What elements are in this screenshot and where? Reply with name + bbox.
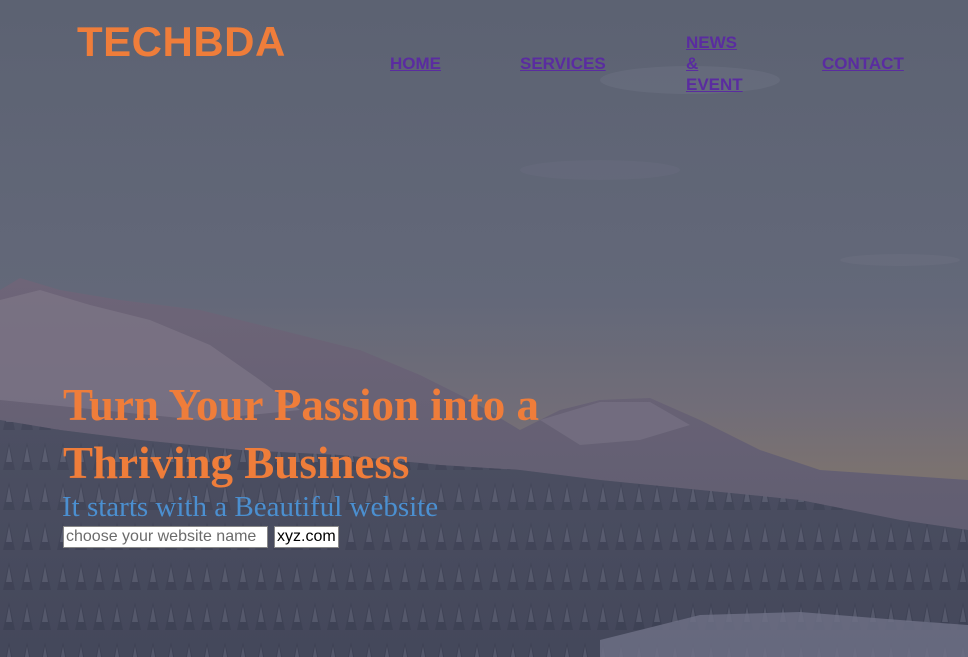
hero-headline: Turn Your Passion into a Thriving Busine… (63, 380, 539, 488)
domain-search-form: xyz.com (63, 526, 339, 548)
website-name-input[interactable] (63, 526, 268, 548)
nav-link-services[interactable]: SERVICES (520, 53, 606, 74)
hero-section (0, 0, 968, 657)
hero-tagline: It starts with a Beautiful website (62, 491, 439, 523)
nav-link-contact[interactable]: CONTACT (822, 53, 904, 74)
nav-link-home[interactable]: HOME (390, 53, 441, 74)
site-logo[interactable]: TECHBDA (77, 18, 286, 66)
hero-background-image (0, 0, 968, 657)
nav-link-news-event[interactable]: NEWS & EVENT (686, 32, 748, 95)
domain-extension-select[interactable]: xyz.com (274, 526, 339, 548)
